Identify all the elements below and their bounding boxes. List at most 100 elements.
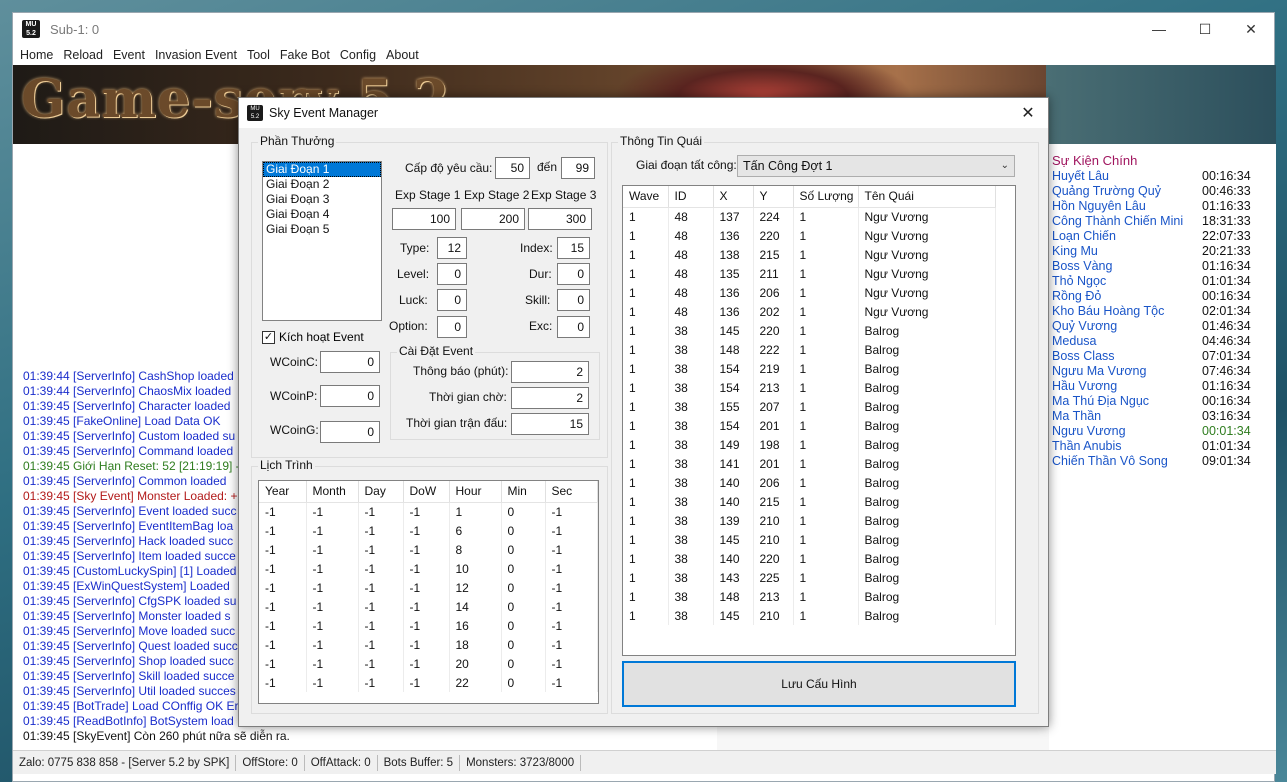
monster-row[interactable]: 1 38 154 219 1 Balrog — [623, 359, 996, 378]
stage-list-item[interactable]: Giai Đoạn 1 — [263, 162, 381, 177]
stage-list-item[interactable]: Giai Đoạn 3 — [263, 192, 381, 207]
monster-row[interactable]: 1 38 140 215 1 Balrog — [623, 492, 996, 511]
monster-row[interactable]: 1 38 145 210 1 Balrog — [623, 530, 996, 549]
checkbox-check-icon[interactable]: ✓ — [262, 330, 275, 344]
monster-row[interactable]: 1 38 154 213 1 Balrog — [623, 378, 996, 397]
schedule-grid[interactable]: Year Month Day DoW Hour Min Sec -1 -1 -1 -1 1 0 -1 -1-… — [258, 480, 599, 704]
monster-col-header[interactable]: ID — [668, 186, 714, 208]
menu-reload[interactable]: Reload — [58, 48, 108, 62]
wait-time-input[interactable]: 2 — [511, 387, 589, 409]
schedule-row[interactable]: -1 -1 -1 -1 10 0 -1 — [259, 559, 598, 578]
schedule-row[interactable]: -1 -1 -1 -1 14 0 -1 — [259, 597, 598, 616]
stage-list-item[interactable]: Giai Đoạn 5 — [263, 222, 381, 237]
activate-event-checkbox[interactable]: ✓ Kích hoạt Event — [262, 330, 364, 344]
menu-config[interactable]: Config — [335, 48, 381, 62]
monster-row[interactable]: 1 48 138 215 1 Ngư Vương — [623, 245, 996, 264]
monster-col-header[interactable]: Số Lượng — [793, 186, 859, 208]
monster-row[interactable]: 1 38 154 201 1 Balrog — [623, 416, 996, 435]
event-time: 00:01:34 — [1202, 424, 1251, 438]
schedule-row[interactable]: -1 -1 -1 -1 1 0 -1 — [259, 502, 598, 521]
monster-cell: 139 — [713, 511, 754, 530]
monster-cell: 149 — [713, 435, 754, 454]
monster-col-header[interactable]: Wave — [623, 186, 669, 208]
notify-input[interactable]: 2 — [511, 361, 589, 383]
menu-home[interactable]: Home — [15, 48, 58, 62]
monster-row[interactable]: 1 38 145 220 1 Balrog — [623, 321, 996, 340]
monster-grid[interactable]: Wave ID X Y Số Lượng Tên Quái 1 48 137 224 1 Ngư Vư… — [622, 185, 1016, 656]
monster-cell: 1 — [623, 587, 669, 606]
wcoinp-input[interactable]: 0 — [320, 385, 380, 407]
event-time: 00:46:33 — [1202, 184, 1251, 198]
monster-cell: 143 — [713, 568, 754, 587]
monster-row[interactable]: 1 48 135 211 1 Ngư Vương — [623, 264, 996, 283]
monster-row[interactable]: 1 38 140 220 1 Balrog — [623, 549, 996, 568]
schedule-row[interactable]: -1 -1 -1 -1 22 0 -1 — [259, 673, 598, 692]
monster-row[interactable]: 1 38 145 210 1 Balrog — [623, 606, 996, 625]
monster-row[interactable]: 1 38 141 201 1 Balrog — [623, 454, 996, 473]
events-title: Sự Kiện Chính — [1052, 153, 1138, 168]
menu-tool[interactable]: Tool — [242, 48, 275, 62]
monster-row[interactable]: 1 48 137 224 1 Ngư Vương — [623, 207, 996, 226]
menu-invasion-event[interactable]: Invasion Event — [150, 48, 242, 62]
monster-row[interactable]: 1 38 143 225 1 Balrog — [623, 568, 996, 587]
minimize-button[interactable]: — — [1136, 14, 1182, 44]
level-to-input[interactable]: 99 — [561, 157, 595, 179]
menu-fake-bot[interactable]: Fake Bot — [275, 48, 335, 62]
monster-row[interactable]: 1 48 136 220 1 Ngư Vương — [623, 226, 996, 245]
schedule-row[interactable]: -1 -1 -1 -1 18 0 -1 — [259, 635, 598, 654]
exp-stage-2-input[interactable]: 200 — [461, 208, 525, 230]
level-from-input[interactable]: 50 — [495, 157, 530, 179]
monster-row[interactable]: 1 38 155 207 1 Balrog — [623, 397, 996, 416]
close-button[interactable]: ✕ — [1228, 14, 1274, 44]
wcoing-input[interactable]: 0 — [320, 421, 380, 443]
schedule-col-header[interactable]: Min — [501, 481, 546, 503]
schedule-col-header[interactable]: Hour — [449, 481, 502, 503]
schedule-col-header[interactable]: Year — [259, 481, 307, 503]
monster-row[interactable]: 1 38 148 222 1 Balrog — [623, 340, 996, 359]
monster-col-header[interactable]: Tên Quái — [858, 186, 996, 208]
stage-list-item[interactable]: Giai Đoạn 2 — [263, 177, 381, 192]
dialog-close-button[interactable]: ✕ — [1008, 98, 1048, 128]
schedule-cell: -1 — [306, 597, 359, 616]
schedule-cell: -1 — [358, 635, 404, 654]
schedule-col-header[interactable]: DoW — [403, 481, 450, 503]
monster-row[interactable]: 1 38 149 198 1 Balrog — [623, 435, 996, 454]
schedule-col-header[interactable]: Month — [306, 481, 359, 503]
stage-list-item[interactable]: Giai Đoạn 4 — [263, 207, 381, 222]
monster-col-header[interactable]: X — [713, 186, 754, 208]
luck-input[interactable]: 0 — [437, 289, 467, 311]
index-input[interactable]: 15 — [557, 237, 590, 259]
schedule-row[interactable]: -1 -1 -1 -1 6 0 -1 — [259, 521, 598, 540]
schedule-row[interactable]: -1 -1 -1 -1 8 0 -1 — [259, 540, 598, 559]
monster-row[interactable]: 1 38 139 210 1 Balrog — [623, 511, 996, 530]
monster-row[interactable]: 1 48 136 206 1 Ngư Vương — [623, 283, 996, 302]
skill-input[interactable]: 0 — [557, 289, 590, 311]
dur-input[interactable]: 0 — [557, 263, 590, 285]
monster-row[interactable]: 1 48 136 202 1 Ngư Vương — [623, 302, 996, 321]
exp-stage-1-input[interactable]: 100 — [392, 208, 456, 230]
type-input[interactable]: 12 — [437, 237, 467, 259]
schedule-row[interactable]: -1 -1 -1 -1 20 0 -1 — [259, 654, 598, 673]
monster-cell: 145 — [713, 606, 754, 625]
monster-col-header[interactable]: Y — [753, 186, 794, 208]
exp-stage-3-input[interactable]: 300 — [528, 208, 592, 230]
save-config-button[interactable]: Lưu Cấu Hình — [622, 661, 1016, 707]
monster-row[interactable]: 1 38 140 206 1 Balrog — [623, 473, 996, 492]
option-input[interactable]: 0 — [437, 316, 467, 338]
schedule-row[interactable]: -1 -1 -1 -1 12 0 -1 — [259, 578, 598, 597]
maximize-button[interactable]: ☐ — [1182, 14, 1228, 44]
wcoinc-input[interactable]: 0 — [320, 351, 380, 373]
schedule-col-header[interactable]: Day — [358, 481, 404, 503]
schedule-cell: 0 — [501, 502, 546, 521]
menu-about[interactable]: About — [381, 48, 424, 62]
schedule-row[interactable]: -1 -1 -1 -1 16 0 -1 — [259, 616, 598, 635]
level-input[interactable]: 0 — [437, 263, 467, 285]
monster-cell: 38 — [668, 568, 714, 587]
schedule-col-header[interactable]: Sec — [545, 481, 598, 503]
exc-input[interactable]: 0 — [557, 316, 590, 338]
attack-phase-dropdown[interactable]: Tấn Công Đợt 1 ⌄ — [737, 155, 1015, 177]
monster-row[interactable]: 1 38 148 213 1 Balrog — [623, 587, 996, 606]
stage-listbox[interactable]: Giai Đoạn 1 Giai Đoạn 2 Giai Đoạn 3 Giai Đo… — [262, 161, 382, 321]
menu-event[interactable]: Event — [108, 48, 150, 62]
battle-time-input[interactable]: 15 — [511, 413, 589, 435]
